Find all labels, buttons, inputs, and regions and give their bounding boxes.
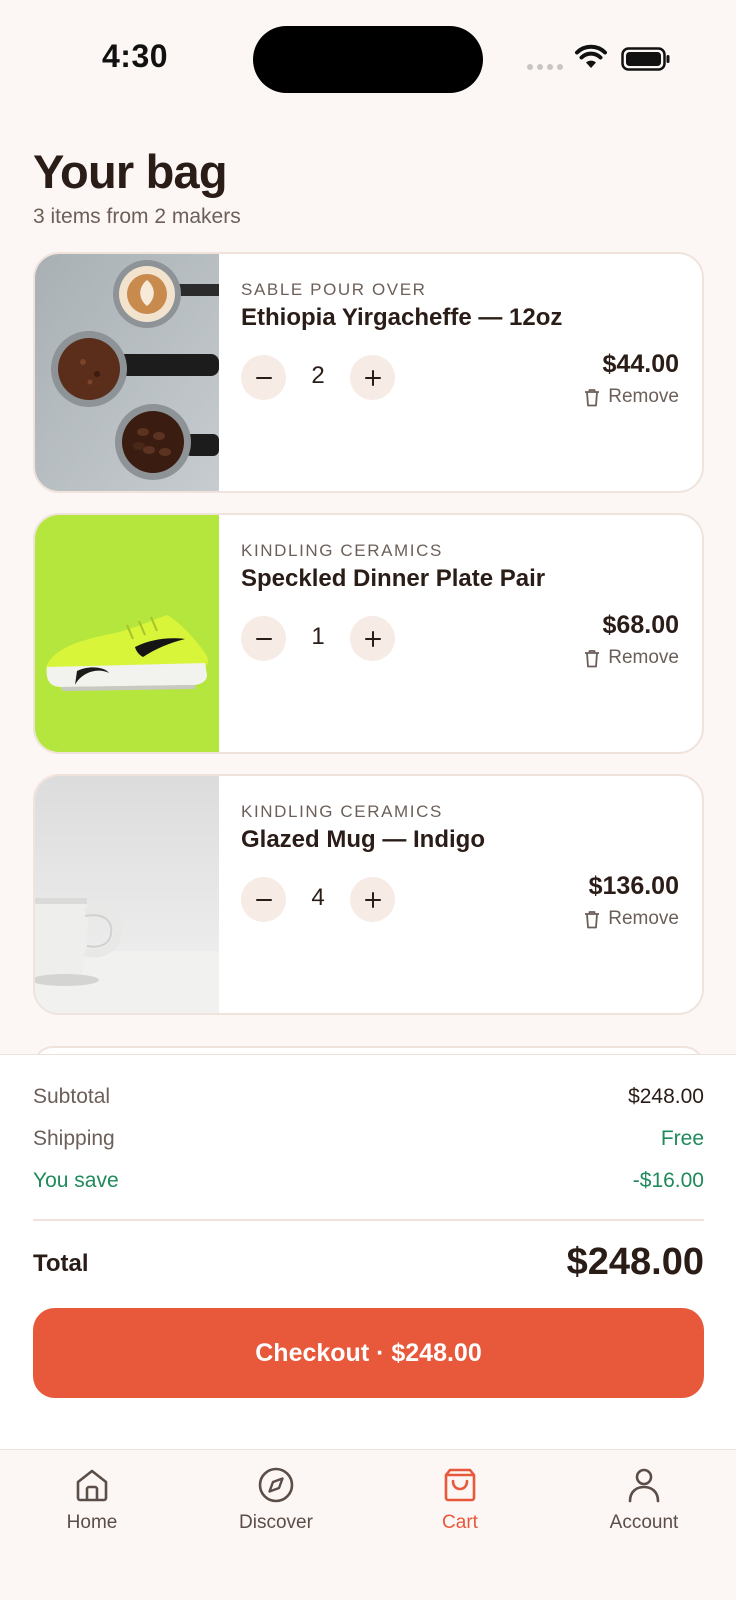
subtotal-row: Subtotal $248.00	[33, 1085, 704, 1109]
product-image	[35, 515, 219, 752]
cellular-signal-icon	[527, 64, 563, 70]
dynamic-island	[253, 26, 483, 93]
checkout-button[interactable]: Checkout · $248.00	[33, 1308, 704, 1398]
product-image	[35, 776, 219, 1013]
minus-icon	[255, 898, 272, 901]
item-maker: SABLE POUR OVER	[241, 280, 427, 299]
subtotal-value: $248.00	[628, 1085, 704, 1108]
quantity-value: 4	[311, 884, 325, 911]
tab-discover[interactable]: Discover	[206, 1466, 346, 1534]
remove-label: Remove	[608, 386, 679, 407]
person-icon	[628, 1468, 660, 1503]
plus-icon	[364, 369, 381, 386]
plus-icon	[364, 630, 381, 647]
item-price: $44.00	[602, 350, 679, 378]
order-summary: Subtotal $248.00 Shipping Free You save …	[0, 1054, 736, 1449]
bottom-tab-bar: Home Discover Cart Account	[0, 1449, 736, 1600]
tab-label: Cart	[442, 1512, 478, 1533]
status-time: 4:30	[102, 38, 169, 74]
product-image	[35, 254, 219, 491]
shipping-row: Shipping Free	[33, 1127, 704, 1151]
remove-item-button[interactable]: Remove	[584, 386, 679, 408]
home-icon	[76, 1469, 108, 1502]
increase-quantity-button[interactable]	[350, 877, 395, 922]
tab-label: Home	[66, 1512, 118, 1533]
cart-item: KINDLING CERAMICS Speckled Dinner Plate …	[33, 513, 704, 754]
item-price: $136.00	[588, 872, 679, 900]
item-maker: KINDLING CERAMICS	[241, 802, 443, 821]
savings-label: You save	[33, 1169, 119, 1192]
item-name: Speckled Dinner Plate Pair	[241, 565, 546, 592]
cart-item: KINDLING CERAMICS Glazed Mug — Indigo 4 …	[33, 774, 704, 1015]
tab-home[interactable]: Home	[22, 1466, 162, 1534]
minus-icon	[255, 637, 272, 640]
cart-item-list: SABLE POUR OVER Ethiopia Yirgacheffe — 1…	[33, 252, 704, 1035]
battery-icon	[621, 47, 670, 71]
shipping-value: Free	[660, 1127, 704, 1150]
total-value: $248.00	[566, 1241, 704, 1283]
bag-icon	[444, 1468, 476, 1502]
trash-icon	[585, 388, 600, 406]
item-maker: KINDLING CERAMICS	[241, 541, 443, 560]
total-label: Total	[33, 1250, 89, 1277]
savings-row: You save -$16.00	[33, 1169, 704, 1193]
plus-icon	[364, 891, 381, 908]
decrease-quantity-button[interactable]	[241, 355, 286, 400]
shipping-label: Shipping	[33, 1127, 115, 1150]
remove-label: Remove	[608, 908, 679, 929]
increase-quantity-button[interactable]	[350, 616, 395, 661]
decrease-quantity-button[interactable]	[241, 616, 286, 661]
cart-item: SABLE POUR OVER Ethiopia Yirgacheffe — 1…	[33, 252, 704, 493]
quantity-value: 1	[311, 623, 325, 650]
decrease-quantity-button[interactable]	[241, 877, 286, 922]
item-name: Ethiopia Yirgacheffe — 12oz	[241, 304, 563, 331]
page-title: Your bag	[33, 145, 228, 198]
tab-label: Discover	[239, 1512, 313, 1533]
subtotal-label: Subtotal	[33, 1085, 111, 1108]
status-bar: 4:30	[0, 0, 736, 120]
remove-item-button[interactable]: Remove	[584, 908, 679, 930]
quantity-value: 2	[311, 362, 325, 389]
page-subtitle: 3 items from 2 makers	[33, 205, 241, 228]
wifi-icon	[575, 44, 607, 68]
remove-label: Remove	[608, 647, 679, 668]
savings-value: -$16.00	[632, 1169, 704, 1192]
tab-label: Account	[609, 1512, 679, 1533]
tab-cart[interactable]: Cart	[390, 1466, 530, 1534]
tab-account[interactable]: Account	[574, 1466, 714, 1534]
summary-divider	[33, 1219, 704, 1221]
minus-icon	[255, 376, 272, 379]
item-name: Glazed Mug — Indigo	[241, 826, 485, 853]
trash-icon	[585, 910, 600, 928]
trash-icon	[585, 649, 600, 667]
remove-item-button[interactable]: Remove	[584, 647, 679, 669]
compass-icon	[258, 1467, 294, 1503]
item-price: $68.00	[602, 611, 679, 639]
increase-quantity-button[interactable]	[350, 355, 395, 400]
